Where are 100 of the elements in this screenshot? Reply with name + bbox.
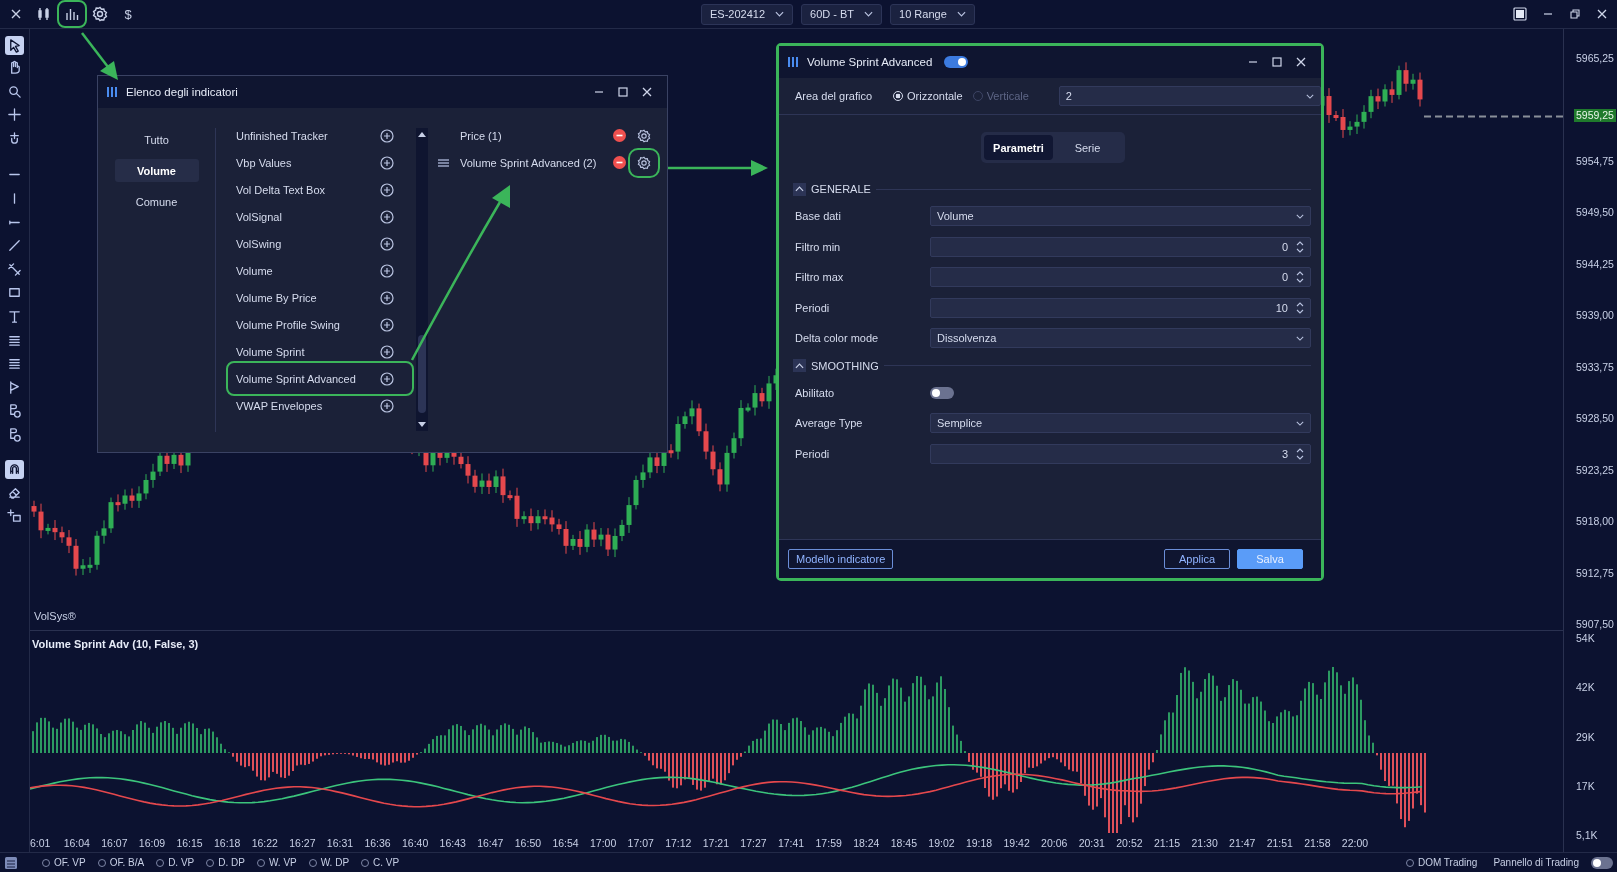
square-icon[interactable] bbox=[1513, 7, 1527, 21]
add-icon[interactable] bbox=[380, 236, 394, 251]
applied-indicator[interactable]: Price (1) bbox=[460, 129, 605, 142]
toggle-switch[interactable] bbox=[930, 386, 954, 399]
field-label: Area del grafico bbox=[795, 90, 874, 102]
scrollbar[interactable] bbox=[416, 128, 428, 431]
number-field[interactable]: 0 bbox=[930, 236, 1311, 257]
chevron-icon bbox=[956, 11, 966, 17]
scroll-up-icon[interactable] bbox=[418, 131, 426, 137]
layout-radio[interactable]: W. VP bbox=[256, 857, 297, 868]
remove-icon[interactable] bbox=[613, 156, 626, 169]
add-icon[interactable] bbox=[380, 371, 394, 386]
close-icon[interactable] bbox=[641, 86, 653, 98]
time-label: 17:41 bbox=[776, 836, 806, 849]
time-label: 20:52 bbox=[1115, 836, 1144, 849]
field-label: Abilitato bbox=[795, 386, 836, 399]
add-icon[interactable] bbox=[380, 398, 394, 413]
add-icon[interactable] bbox=[380, 290, 394, 305]
toggle-switch[interactable] bbox=[1591, 856, 1613, 869]
currency-button[interactable]: $ bbox=[119, 5, 137, 23]
dropdown[interactable]: 60D - BT bbox=[801, 3, 883, 25]
price-label: 5933,75 bbox=[1576, 359, 1615, 374]
layout-radio[interactable]: C. VP bbox=[361, 857, 400, 868]
time-label: 16:50 bbox=[513, 836, 543, 849]
add-icon[interactable] bbox=[380, 317, 394, 332]
select-field[interactable]: Volume bbox=[930, 206, 1311, 227]
layout-radio[interactable]: OF. VP bbox=[42, 857, 86, 868]
close-icon[interactable] bbox=[1596, 8, 1608, 20]
add-icon[interactable] bbox=[380, 209, 394, 224]
maximize-icon[interactable] bbox=[617, 86, 629, 98]
number-field[interactable]: 3 bbox=[930, 443, 1311, 464]
dom-trading-radio[interactable]: DOM Trading bbox=[1405, 857, 1478, 868]
spinner-icon[interactable] bbox=[1296, 447, 1304, 460]
add-icon[interactable] bbox=[380, 263, 394, 278]
remove-icon[interactable] bbox=[613, 129, 626, 142]
indicator-item[interactable]: Volume Profile Swing bbox=[236, 318, 340, 331]
panel-select[interactable]: 2 bbox=[1058, 86, 1321, 106]
last-price-badge: 5959,25 bbox=[1574, 109, 1616, 122]
price-label: 5918,00 bbox=[1576, 514, 1615, 529]
maximize-icon[interactable] bbox=[1271, 56, 1283, 68]
spinner-icon[interactable] bbox=[1296, 240, 1304, 253]
spinner-icon[interactable] bbox=[1296, 271, 1304, 284]
number-field[interactable]: 10 bbox=[930, 297, 1311, 318]
outline-button[interactable]: Modello indicatore bbox=[788, 549, 894, 569]
category-item[interactable]: Comune bbox=[114, 190, 199, 213]
add-icon[interactable] bbox=[380, 182, 394, 197]
select-field[interactable]: Semplice bbox=[930, 413, 1311, 434]
outline-button[interactable]: Applica bbox=[1164, 549, 1230, 569]
toggle-switch[interactable] bbox=[944, 56, 969, 68]
indicator-item[interactable]: VWAP Envelopes bbox=[236, 399, 323, 412]
applied-indicator[interactable]: Volume Sprint Advanced (2) bbox=[460, 156, 605, 169]
panel-icon[interactable] bbox=[4, 855, 18, 870]
indicator-item[interactable]: Vbp Values bbox=[236, 156, 292, 169]
price-label: 5928,50 bbox=[1576, 411, 1615, 426]
field-label: Base dati bbox=[795, 210, 842, 223]
collapse-icon[interactable] bbox=[793, 182, 806, 196]
add-icon[interactable] bbox=[380, 344, 394, 359]
toggle-label: Pannello di Trading bbox=[1493, 857, 1579, 868]
add-icon[interactable] bbox=[380, 155, 394, 170]
scrollbar-thumb[interactable] bbox=[418, 335, 426, 414]
tab[interactable]: Parametri bbox=[984, 135, 1053, 160]
settings-icon[interactable] bbox=[91, 5, 109, 23]
magnet-tool-icon[interactable] bbox=[5, 460, 24, 480]
indicator-item[interactable]: Volume By Price bbox=[236, 291, 317, 304]
orientation-radio[interactable]: Orizzontale bbox=[893, 90, 963, 102]
scroll-down-icon[interactable] bbox=[418, 422, 426, 428]
layout-radio[interactable]: D. VP bbox=[156, 857, 195, 868]
time-label: 21:30 bbox=[1190, 836, 1219, 849]
volume-label: 54K bbox=[1576, 631, 1596, 645]
indicator-item[interactable]: Volume Sprint bbox=[236, 345, 305, 358]
time-label: 20:06 bbox=[1040, 836, 1069, 849]
price-label: 5954,75 bbox=[1576, 153, 1615, 168]
pointer-tool-icon[interactable] bbox=[5, 36, 24, 55]
indicator-item[interactable]: Vol Delta Text Box bbox=[236, 183, 326, 196]
category-item[interactable]: Tutto bbox=[114, 128, 199, 151]
collapse-icon[interactable] bbox=[793, 359, 806, 372]
settings-icon[interactable] bbox=[637, 155, 651, 170]
spinner-icon[interactable] bbox=[1296, 301, 1304, 314]
layout-radio[interactable]: W. DP bbox=[308, 857, 350, 868]
number-field[interactable]: 0 bbox=[930, 267, 1311, 288]
layout-radio[interactable]: OF. B/A bbox=[97, 857, 145, 868]
select-field[interactable]: Dissolvenza bbox=[930, 328, 1311, 349]
indicator-item[interactable]: Volume bbox=[236, 264, 273, 277]
category-item[interactable]: Volume bbox=[114, 159, 199, 182]
settings-icon[interactable] bbox=[637, 128, 651, 143]
add-icon[interactable] bbox=[380, 128, 394, 143]
dropdown[interactable]: ES-202412 bbox=[701, 3, 794, 25]
indicator-item[interactable]: VolSwing bbox=[236, 237, 282, 250]
indicator-item[interactable]: VolSignal bbox=[236, 210, 282, 223]
indicator-item[interactable]: Unfinished Tracker bbox=[236, 129, 328, 142]
chevron-icon bbox=[775, 11, 785, 17]
price-label: 5907,50 bbox=[1576, 617, 1615, 631]
restore-icon[interactable] bbox=[1569, 8, 1581, 20]
tab[interactable]: Serie bbox=[1053, 135, 1122, 160]
radio-label: C. VP bbox=[373, 857, 400, 868]
indicator-item[interactable]: Volume Sprint Advanced bbox=[236, 372, 356, 385]
close-icon[interactable] bbox=[1295, 56, 1307, 68]
layout-radio[interactable]: D. DP bbox=[206, 857, 245, 868]
dropdown[interactable]: 10 Range bbox=[890, 3, 975, 25]
drag-handle-icon[interactable] bbox=[438, 158, 449, 167]
